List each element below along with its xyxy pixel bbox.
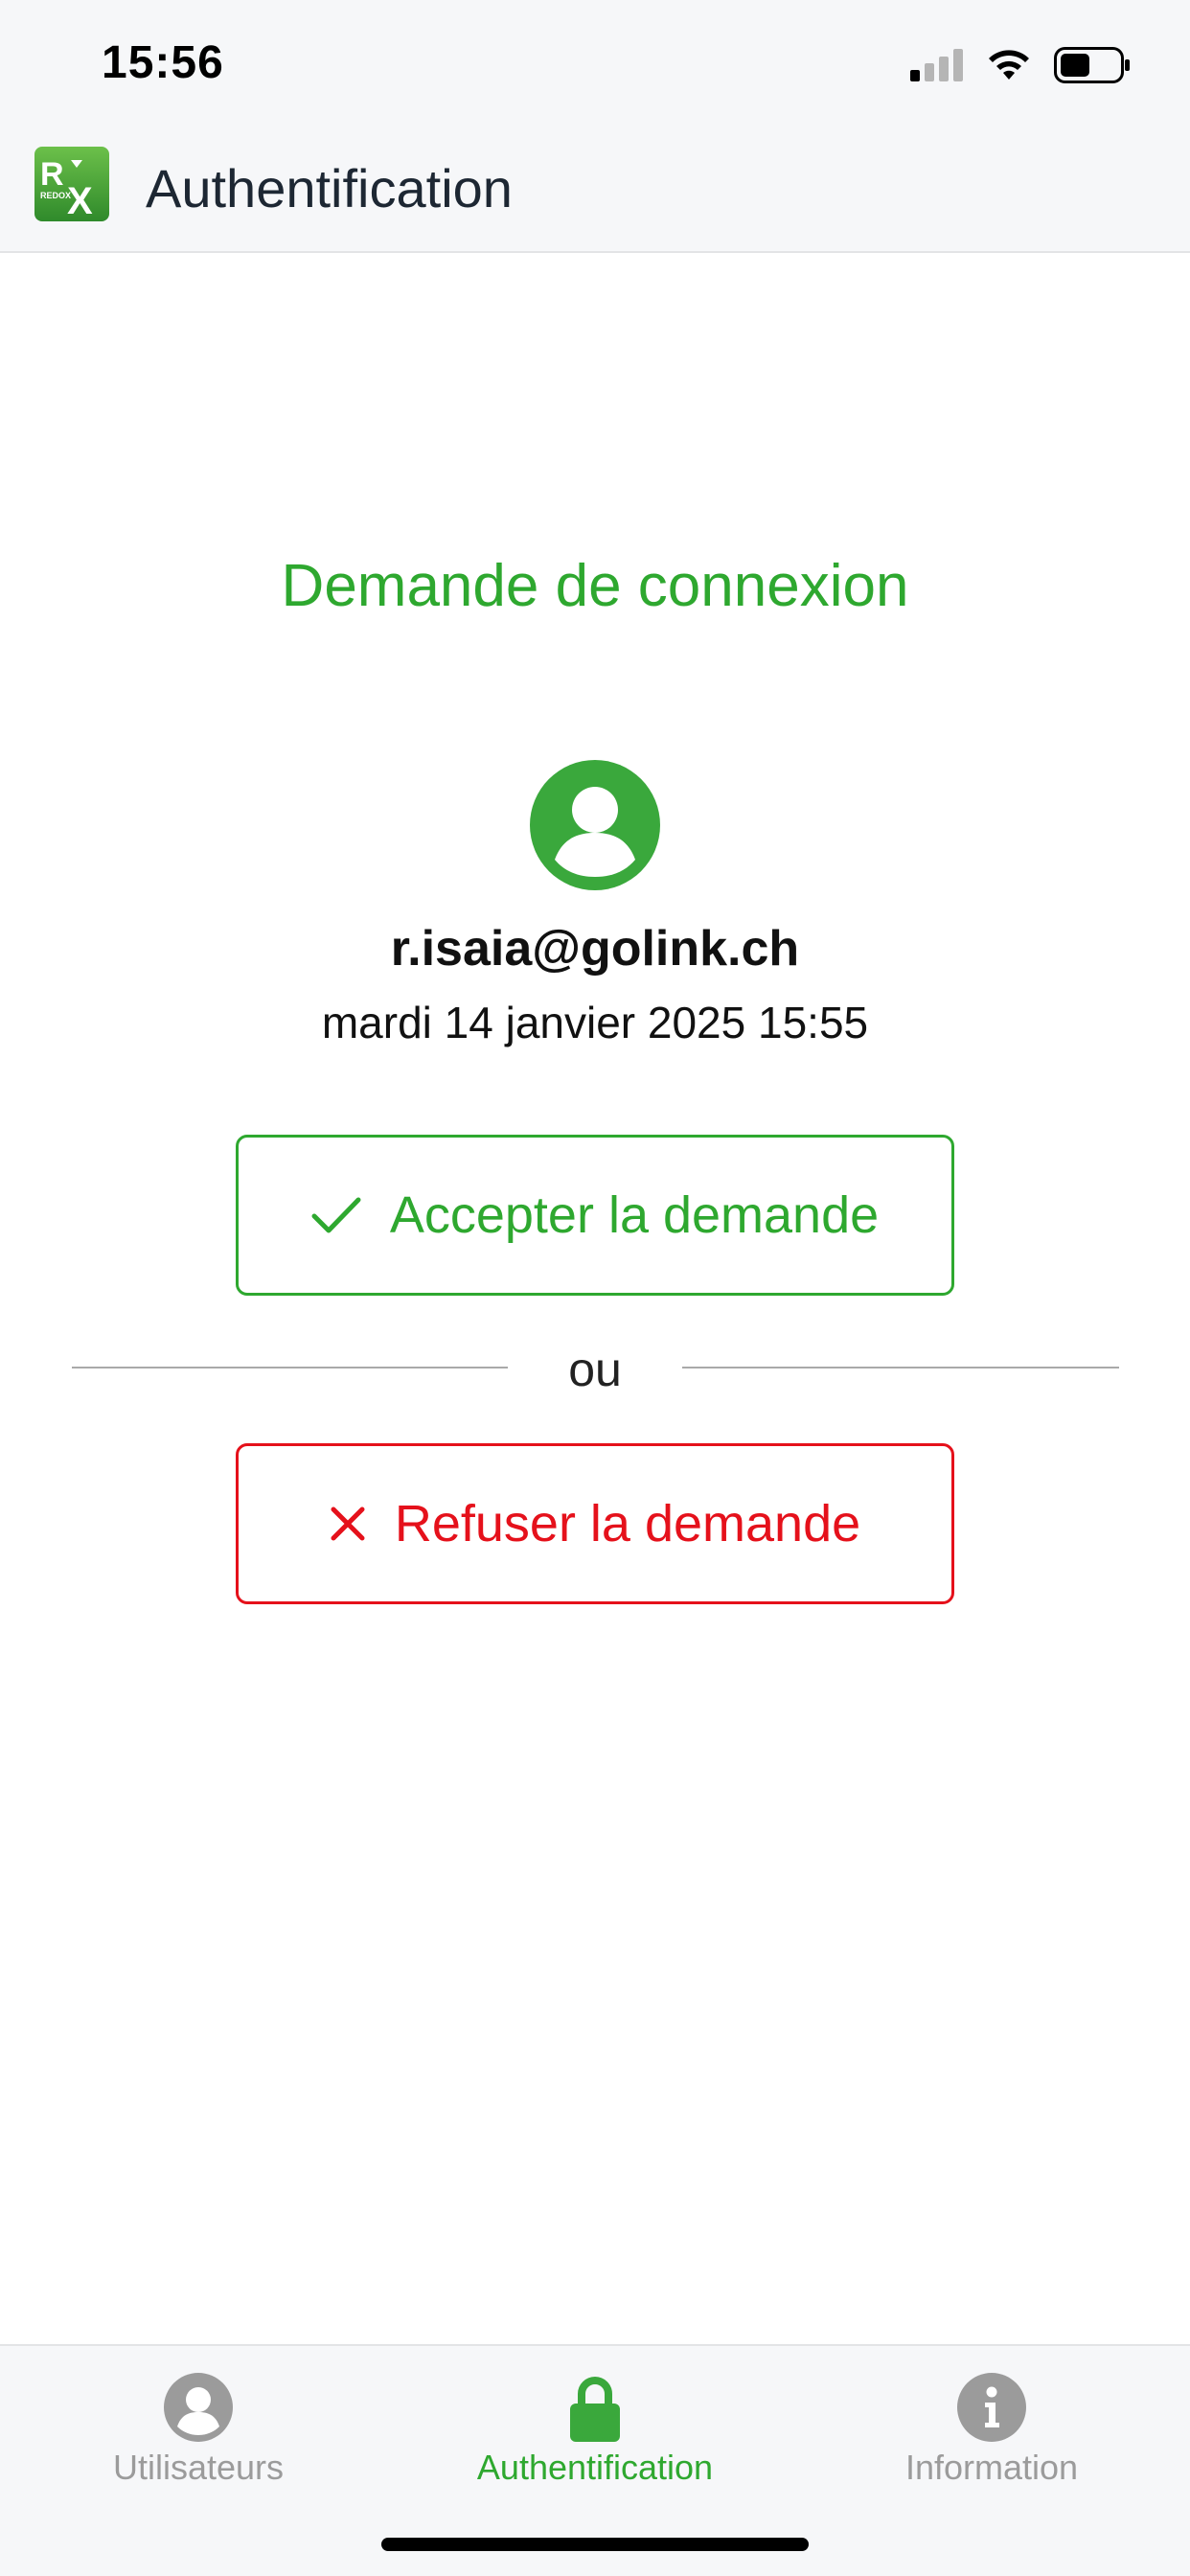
refuse-button-label: Refuser la demande <box>394 1495 861 1552</box>
redox-logo-icon: R X REDOX <box>34 147 109 221</box>
user-avatar-icon <box>530 760 660 890</box>
checkmark-icon <box>311 1197 361 1233</box>
status-icons <box>910 44 1131 86</box>
accept-button[interactable]: Accepter la demande <box>236 1135 954 1296</box>
nav-bar: R X REDOX Authentification <box>0 132 1190 253</box>
tab-label: Information <box>904 2448 1079 2487</box>
status-time: 15:56 <box>102 37 224 88</box>
lock-icon <box>570 2377 620 2442</box>
tab-label: Authentification <box>476 2448 714 2487</box>
divider-left <box>72 1367 508 1368</box>
tab-label: Utilisateurs <box>112 2448 285 2487</box>
svg-text:R: R <box>40 156 64 193</box>
request-title: Demande de connexion <box>281 553 909 619</box>
request-date: mardi 14 janvier 2025 15:55 <box>321 998 869 1047</box>
user-email: r.isaia@golink.ch <box>390 921 800 977</box>
accept-button-label: Accepter la demande <box>389 1186 880 1244</box>
page-title: Authentification <box>146 158 513 218</box>
tab-authentification[interactable]: Authentification <box>397 2373 793 2497</box>
wifi-icon <box>989 50 1029 80</box>
svg-text:REDOX: REDOX <box>40 191 71 200</box>
user-icon <box>164 2373 233 2442</box>
signal-icon <box>910 49 963 81</box>
tab-information[interactable]: Information <box>793 2373 1190 2497</box>
divider-text: ou <box>568 1343 622 1396</box>
info-icon <box>957 2373 1026 2442</box>
close-icon <box>331 1506 365 1541</box>
screen: 15:56 R X REDOX Authentification Demande… <box>0 0 1190 2576</box>
status-bar: 15:56 <box>0 0 1190 132</box>
refuse-button[interactable]: Refuser la demande <box>236 1443 954 1604</box>
divider-right <box>682 1367 1119 1368</box>
battery-icon <box>1054 47 1130 83</box>
tab-utilisateurs[interactable]: Utilisateurs <box>0 2373 397 2497</box>
home-indicator[interactable] <box>381 2538 809 2551</box>
svg-text:X: X <box>67 180 93 221</box>
